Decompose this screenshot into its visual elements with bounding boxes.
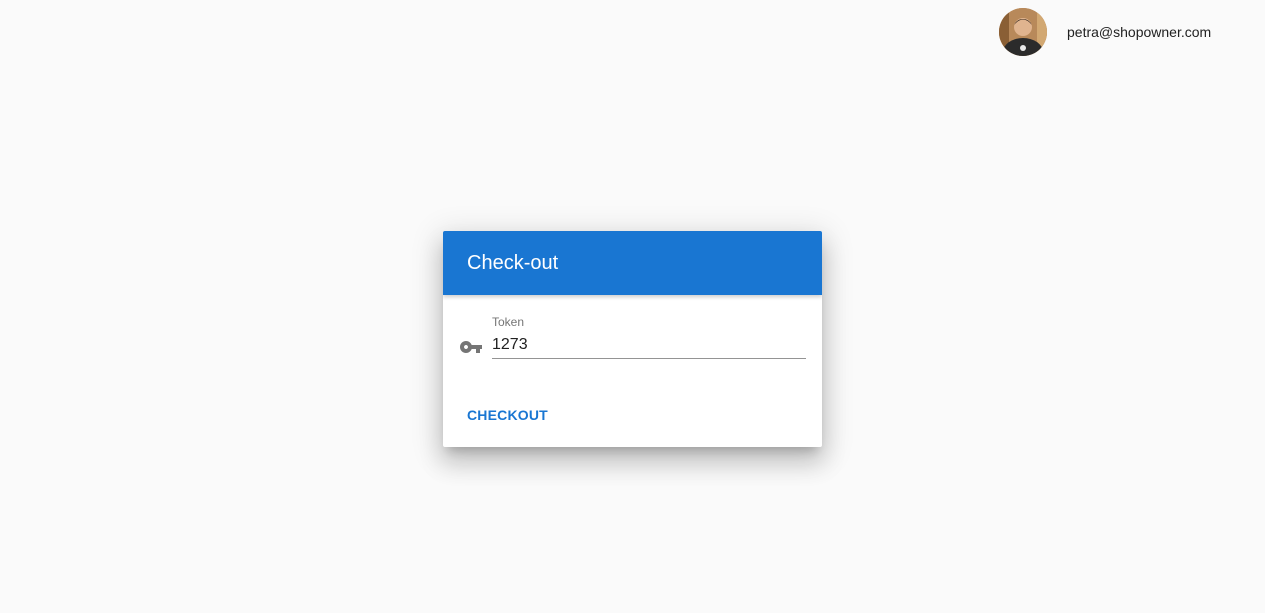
token-label: Token bbox=[492, 315, 525, 329]
user-email: petra@shopowner.com bbox=[1067, 24, 1212, 40]
checkout-dialog: Check-out Token CHECKOUT bbox=[443, 231, 822, 447]
token-field: Token bbox=[459, 315, 806, 365]
dialog-title: Check-out bbox=[467, 252, 559, 274]
checkout-button[interactable]: CHECKOUT bbox=[459, 401, 556, 429]
user-avatar-image bbox=[999, 8, 1047, 56]
dialog-actions: CHECKOUT bbox=[459, 401, 556, 429]
top-bar: petra@shopowner.com bbox=[0, 0, 1265, 62]
token-input[interactable] bbox=[492, 332, 806, 359]
dialog-header: Check-out bbox=[443, 231, 822, 295]
avatar[interactable] bbox=[999, 8, 1047, 56]
key-icon bbox=[459, 335, 483, 359]
